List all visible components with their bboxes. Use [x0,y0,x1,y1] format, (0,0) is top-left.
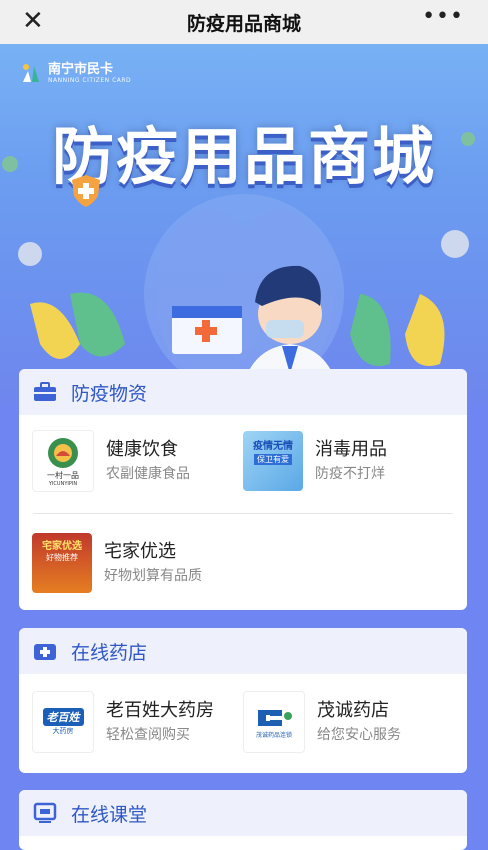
maocheng-logo-icon [258,709,292,726]
section-header: 在线课堂 [19,790,467,836]
item-description: 给您安心服务 [317,727,401,743]
section-header: 在线药店 [19,628,467,674]
section-header: 防疫物资 [19,369,467,415]
item-title: 消毒用品 [315,439,387,460]
thumb-sublabel: 好物推荐 [46,553,78,562]
item-title: 老百姓大药房 [106,700,214,721]
item-description: 好物划算有品质 [104,568,202,584]
close-button[interactable]: ✕ [22,6,44,36]
section-title: 防疫物资 [71,382,148,405]
disinfection-thumbnail: 疫情无情 保卫有爱 [243,431,303,491]
item-description: 农副健康食品 [106,466,190,482]
hero-banner: 南宁市民卡 NANNING CITIZEN CARD 防疫用品商城 [0,44,488,404]
top-bar: ✕ 防疫用品商城 ••• [0,0,488,44]
logo-name: 南宁市民卡 [48,61,114,77]
item-home-picks[interactable]: 宅家优选 好物推荐 宅家优选 好物划算有品质 [32,531,242,595]
thumb-label: 一村一品 [47,470,79,480]
section-title: 在线药店 [71,641,148,664]
section-online-class: 在线课堂 [19,790,467,850]
thumb-label: 宅家优选 [42,541,82,552]
shield-icon [72,175,100,207]
page-title: 防疫用品商城 [186,12,301,35]
item-description: 防疫不打烊 [315,466,385,482]
maocheng-thumbnail: 茂诚药品连锁 [243,691,305,753]
healthy-food-thumbnail: 一村一品 YICUNYIPIN [32,430,94,492]
home-picks-thumbnail: 宅家优选 好物推荐 [32,533,92,593]
section-title: 在线课堂 [71,803,148,826]
citizen-card-logo-icon [23,64,39,82]
thumb-sublabel: 大药房 [52,727,74,735]
logo-subtitle: NANNING CITIZEN CARD [48,76,132,84]
laobaixing-thumbnail: 老百姓 大药房 [32,691,94,753]
item-maocheng-pharmacy[interactable]: 茂诚药品连锁 茂诚药店 给您安心服务 [243,690,453,754]
thumb-sublabel: YICUNYIPIN [48,480,78,487]
thumb-sublabel: 保卫有爱 [254,454,292,465]
classroom-icon [33,802,57,823]
banner-illustration [2,132,475,404]
more-options-button[interactable]: ••• [422,4,464,29]
item-laobaixing-pharmacy[interactable]: 老百姓 大药房 老百姓大药房 轻松查阅购买 [32,690,242,754]
item-title: 茂诚药店 [317,700,389,721]
briefcase-icon [34,382,56,401]
item-title: 健康饮食 [106,439,178,460]
medical-kit-icon [34,644,56,660]
thumb-label: 老百姓 [42,708,84,726]
item-divider [33,513,453,514]
item-disinfection[interactable]: 疫情无情 保卫有爱 消毒用品 防疫不打烊 [243,429,453,493]
item-title: 宅家优选 [104,541,176,562]
brand-logo: 南宁市民卡 NANNING CITIZEN CARD [20,62,131,84]
thumb-label: 茂诚药品连锁 [255,731,292,739]
section-supplies: 防疫物资 一村一品 YICUNYIPIN 健康饮食 农副健康食品 疫情无情 保卫… [19,369,467,610]
thumb-label: 疫情无情 [253,441,293,452]
village-logo-icon [48,437,78,468]
item-description: 轻松查阅购买 [106,727,190,743]
section-pharmacy: 在线药店 老百姓 大药房 老百姓大药房 轻松查阅购买 茂诚药品连锁 茂诚药店 给… [19,628,467,773]
item-healthy-food[interactable]: 一村一品 YICUNYIPIN 健康饮食 农副健康食品 [32,429,242,493]
